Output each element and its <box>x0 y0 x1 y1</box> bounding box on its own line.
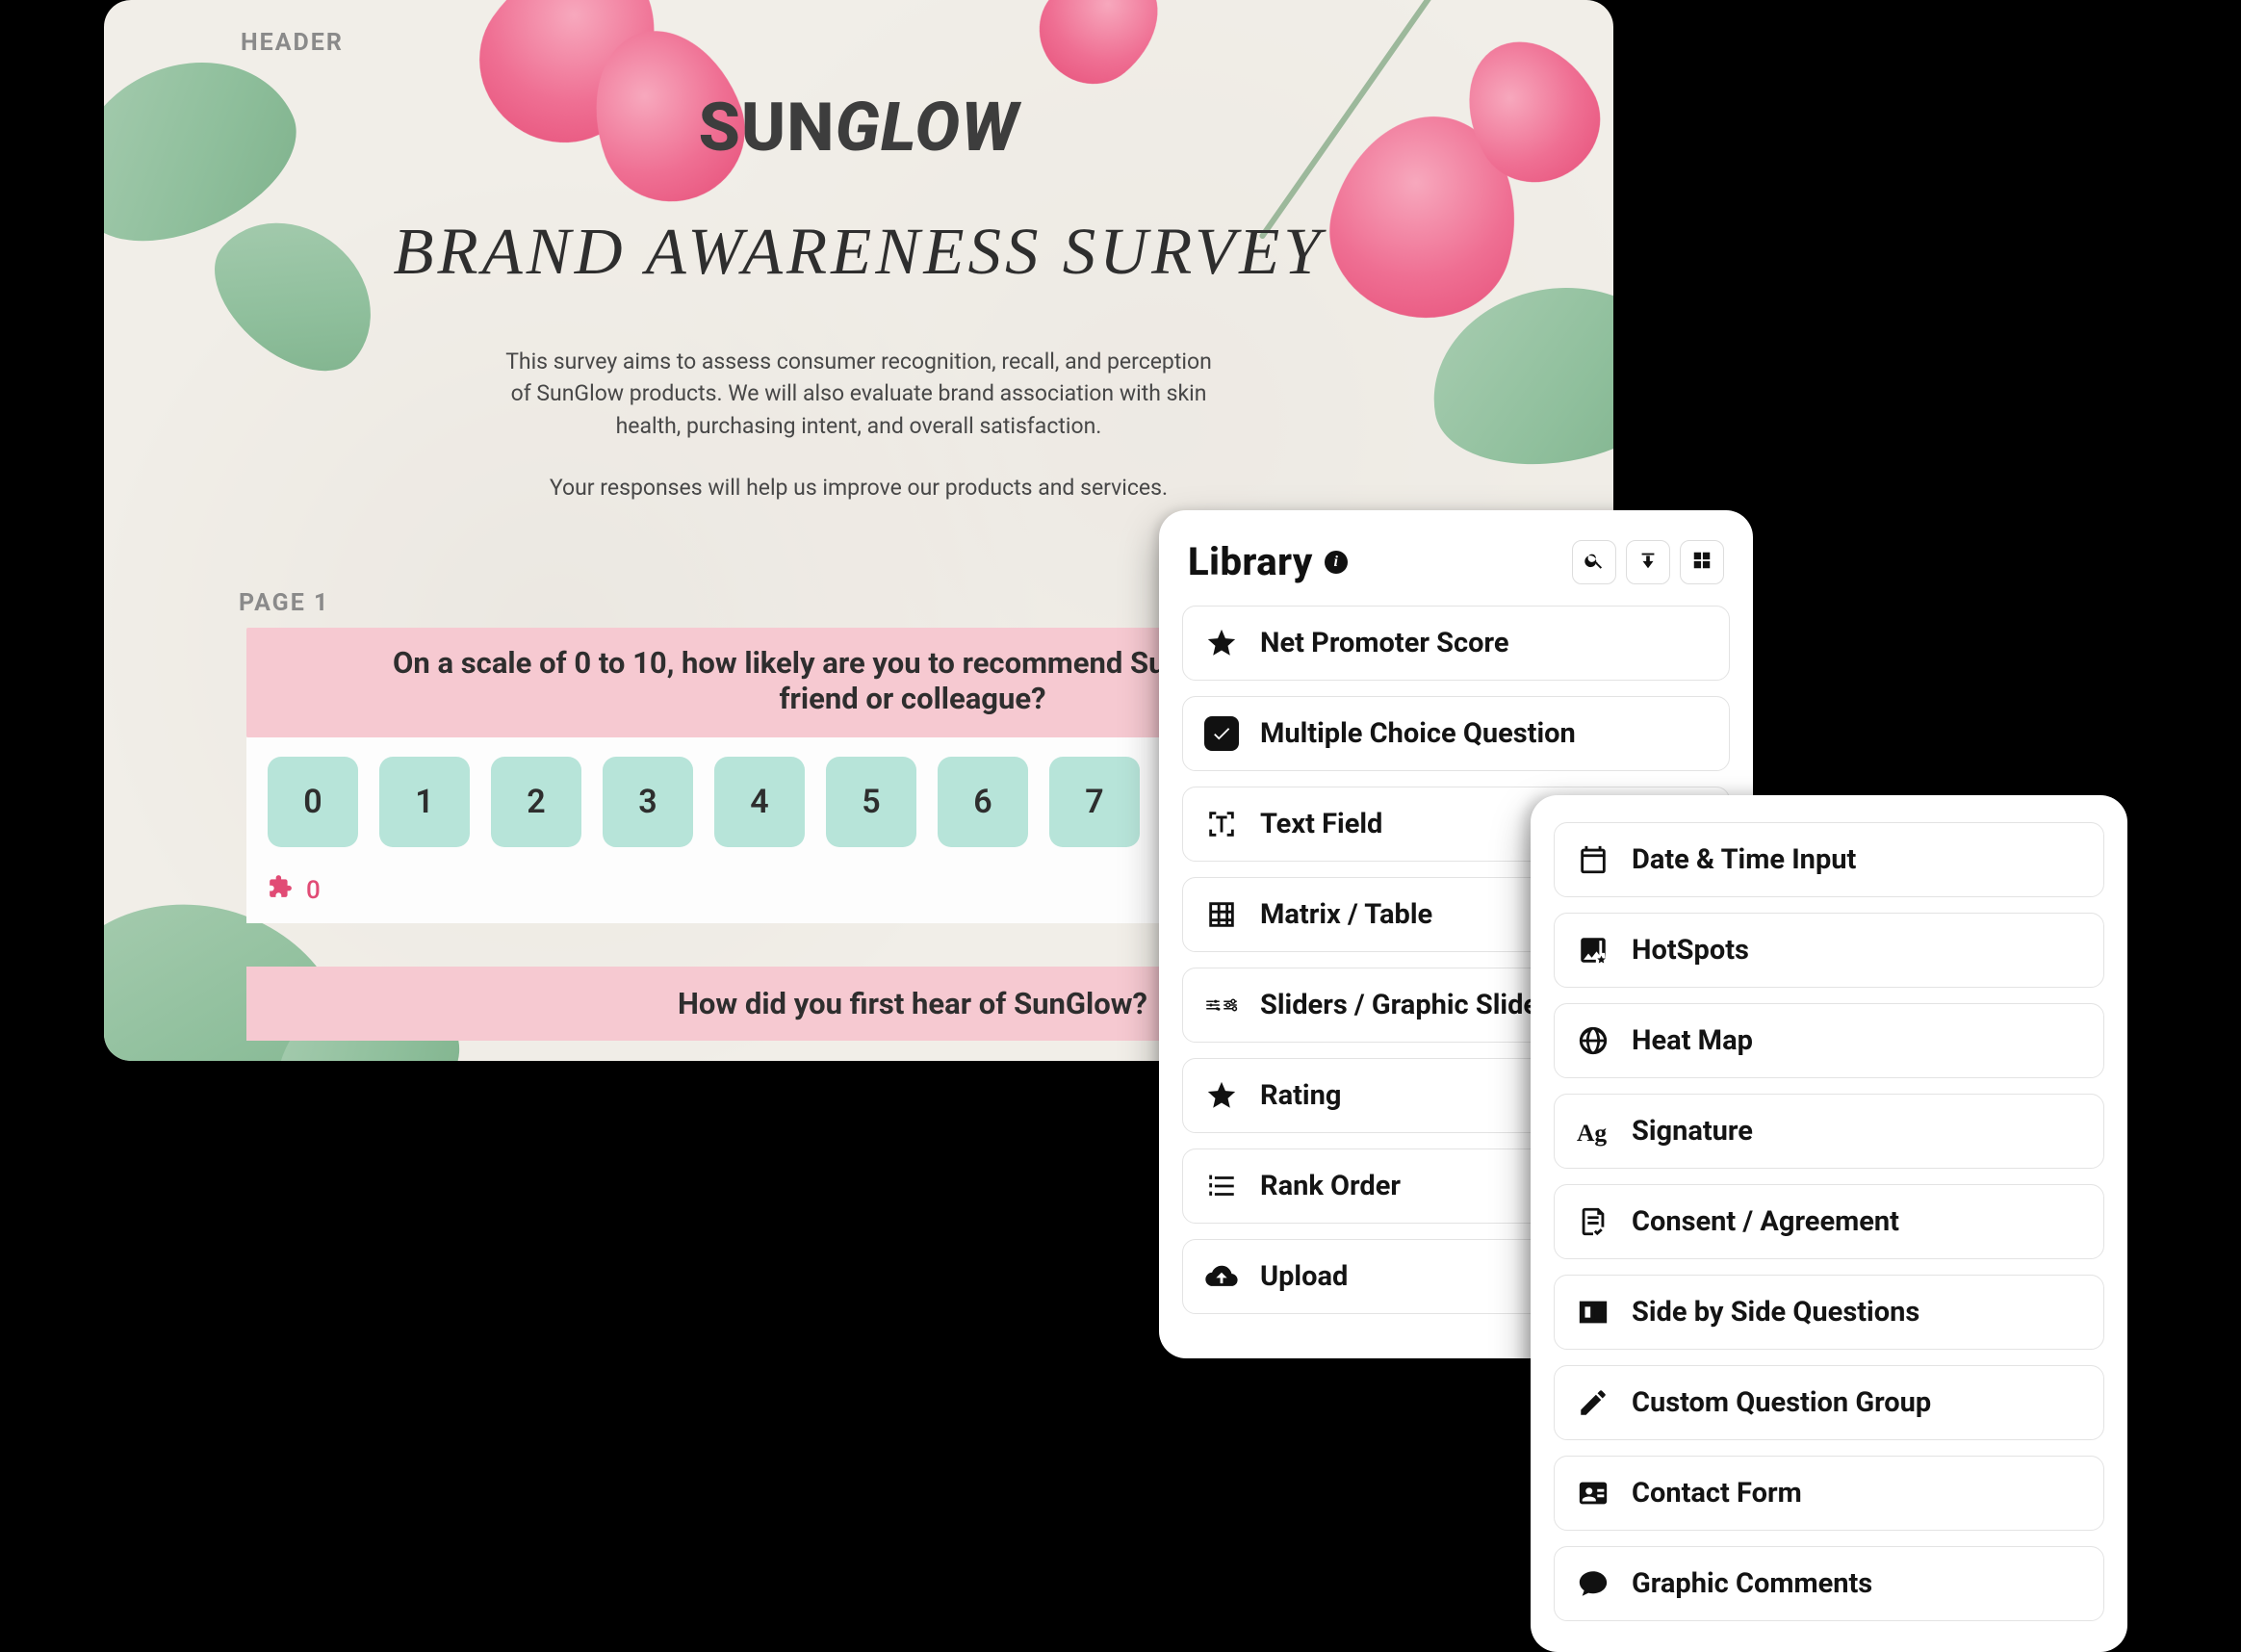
survey-title: BRAND AWARENESS SURVEY <box>104 214 1613 290</box>
sliders-icon <box>1204 988 1239 1022</box>
star-icon <box>1204 626 1239 660</box>
info-icon[interactable]: i <box>1325 551 1348 574</box>
survey-description-2: Your responses will help us improve our … <box>104 475 1613 501</box>
scale-option-7[interactable]: 7 <box>1049 757 1140 847</box>
library-item-label: Matrix / Table <box>1260 898 1432 931</box>
star-icon <box>1204 1078 1239 1113</box>
search-icon <box>1584 550 1605 575</box>
library-item-label: Rating <box>1260 1079 1341 1112</box>
download-button[interactable] <box>1626 540 1670 584</box>
library-item-nps[interactable]: Net Promoter Score <box>1182 606 1730 681</box>
library-item-heatmap[interactable]: Heat Map <box>1554 1003 2104 1078</box>
side-by-side-icon <box>1576 1295 1610 1329</box>
section-label-page: PAGE 1 <box>239 589 329 617</box>
library-item-label: Net Promoter Score <box>1260 627 1509 659</box>
library-item-consent[interactable]: Consent / Agreement <box>1554 1184 2104 1259</box>
comment-icon <box>1576 1566 1610 1601</box>
grid-view-button[interactable] <box>1680 540 1724 584</box>
edit-note-icon <box>1576 1385 1610 1420</box>
library-item-mcq[interactable]: Multiple Choice Question <box>1182 696 1730 771</box>
library-item-graphic-comments[interactable]: Graphic Comments <box>1554 1546 2104 1621</box>
library-item-label: Date & Time Input <box>1632 843 1856 876</box>
rank-order-icon <box>1204 1169 1239 1203</box>
library-item-label: Consent / Agreement <box>1632 1205 1899 1238</box>
library-item-contact-form[interactable]: Contact Form <box>1554 1456 2104 1531</box>
library-item-label: Heat Map <box>1632 1024 1753 1057</box>
puzzle-icon <box>268 874 293 906</box>
library-item-label: Text Field <box>1260 808 1382 840</box>
scale-option-5[interactable]: 5 <box>826 757 916 847</box>
library-item-hotspots[interactable]: HotSpots <box>1554 913 2104 988</box>
library-item-side-by-side[interactable]: Side by Side Questions <box>1554 1275 2104 1350</box>
calendar-icon <box>1576 842 1610 877</box>
library-item-datetime[interactable]: Date & Time Input <box>1554 822 2104 897</box>
search-button[interactable] <box>1572 540 1616 584</box>
library-item-label: HotSpots <box>1632 934 1749 967</box>
contact-card-icon <box>1576 1476 1610 1510</box>
library-panel-overflow: Date & Time Input HotSpots Heat Map Ag S… <box>1531 795 2127 1652</box>
library-item-label: Custom Question Group <box>1632 1386 1931 1419</box>
library-item-custom-group[interactable]: Custom Question Group <box>1554 1365 2104 1440</box>
brand-part1: SUN <box>698 89 835 168</box>
library-title: Library <box>1188 539 1313 584</box>
survey-description: This survey aims to assess consumer reco… <box>502 346 1215 442</box>
document-check-icon <box>1576 1204 1610 1239</box>
signature-icon: Ag <box>1576 1114 1610 1149</box>
globe-icon <box>1576 1023 1610 1058</box>
library-item-label: Upload <box>1260 1260 1348 1293</box>
library-item-label: Sliders / Graphic Sliders <box>1260 989 1563 1021</box>
brand-part2: GLOW <box>836 89 1019 168</box>
library-header: Library i <box>1182 539 1730 584</box>
download-icon <box>1637 550 1659 575</box>
scale-option-1[interactable]: 1 <box>379 757 470 847</box>
scale-option-4[interactable]: 4 <box>714 757 805 847</box>
library-item-label: Side by Side Questions <box>1632 1296 1919 1329</box>
library-item-label: Rank Order <box>1260 1170 1401 1202</box>
svg-text:Ag: Ag <box>1577 1119 1607 1147</box>
table-icon <box>1204 897 1239 932</box>
survey-header: SUNGLOW BRAND AWARENESS SURVEY This surv… <box>104 0 1613 501</box>
checkbox-icon <box>1204 716 1239 751</box>
scale-option-6[interactable]: 6 <box>938 757 1028 847</box>
library-item-label: Contact Form <box>1632 1477 1802 1510</box>
library-item-label: Multiple Choice Question <box>1260 717 1576 750</box>
library-item-label: Signature <box>1632 1115 1753 1148</box>
library-item-signature[interactable]: Ag Signature <box>1554 1094 2104 1169</box>
scale-option-0[interactable]: 0 <box>268 757 358 847</box>
cloud-upload-icon <box>1204 1259 1239 1294</box>
brand-logo: SUNGLOW <box>104 89 1613 168</box>
logic-count: 0 <box>306 876 321 905</box>
library-item-label: Graphic Comments <box>1632 1567 1872 1600</box>
grid-icon <box>1691 550 1713 575</box>
text-field-icon <box>1204 807 1239 841</box>
image-star-icon <box>1576 933 1610 968</box>
scale-option-2[interactable]: 2 <box>491 757 581 847</box>
scale-option-3[interactable]: 3 <box>603 757 693 847</box>
